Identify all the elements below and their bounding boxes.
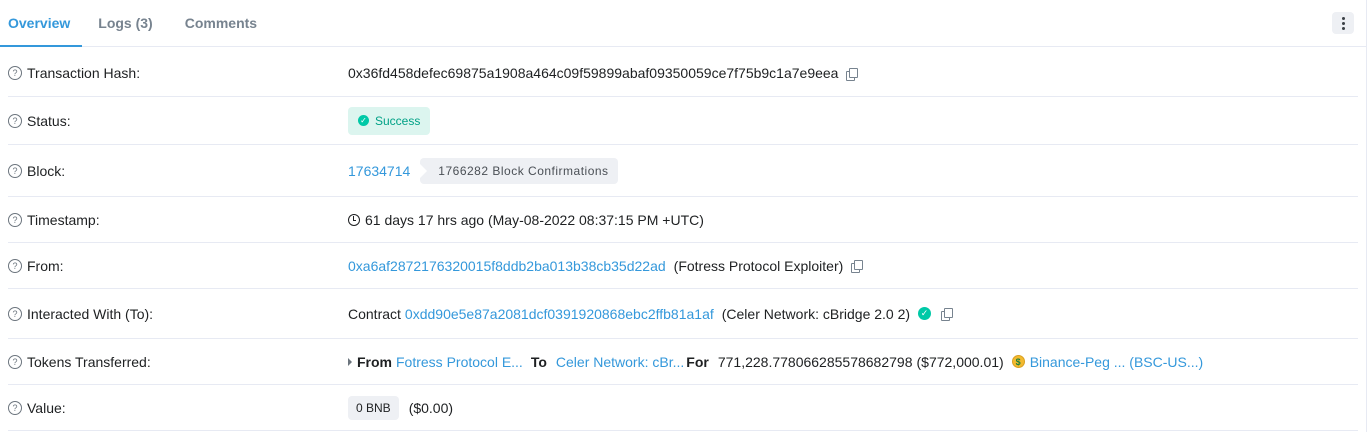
tx-hash-label: ? Transaction Hash:	[8, 65, 348, 81]
tokens-to-link[interactable]: Celer Network: cBr...	[556, 354, 684, 370]
question-icon[interactable]: ?	[8, 66, 22, 80]
value-row: ? Value: 0 BNB ($0.00)	[8, 385, 1358, 431]
question-icon[interactable]: ?	[8, 163, 22, 178]
token-coin-icon: $	[1011, 355, 1025, 368]
status-label-text: Status:	[27, 112, 71, 129]
tokens-from-label: From	[357, 353, 392, 370]
question-icon[interactable]: ?	[8, 212, 22, 227]
timestamp-text: 61 days 17 hrs ago (May-08-2022 08:37:15…	[365, 211, 704, 228]
transaction-card: Overview Logs (3) Comments ? Transaction…	[0, 0, 1367, 432]
caret-right-icon[interactable]	[348, 357, 352, 366]
tx-hash-value: 0x36fd458defec69875a1908a464c09f59899aba…	[348, 65, 859, 81]
tokens-for-label: For	[686, 353, 709, 370]
copy-icon[interactable]	[846, 67, 859, 81]
timestamp-row: ? Timestamp: 61 days 17 hrs ago (May-08-…	[8, 197, 1358, 243]
check-circle-icon: ✓	[358, 115, 369, 126]
status-row: ? Status: ✓ Success	[8, 97, 1358, 145]
value-label-text: Value:	[27, 399, 66, 416]
from-label: ? From:	[8, 258, 348, 274]
question-icon[interactable]: ?	[8, 306, 22, 321]
block-row: ? Block: 17634714 1766282 Block Confirma…	[8, 145, 1358, 197]
verified-icon: ✓	[918, 307, 932, 320]
tokens-from-link[interactable]: Fotress Protocol E...	[396, 354, 523, 370]
block-label-text: Block:	[27, 162, 66, 179]
timestamp-label: ? Timestamp:	[8, 212, 348, 228]
from-row: ? From: 0xa6af2872176320015f8ddb2ba013b3…	[8, 243, 1358, 289]
tokens-label: ? Tokens Transferred:	[8, 354, 348, 370]
question-icon[interactable]: ?	[8, 400, 22, 415]
clock-icon	[348, 213, 360, 226]
tokens-usd: ($772,000.01)	[916, 353, 1004, 370]
interacted-row: ? Interacted With (To): Contract 0xdd90e…	[8, 289, 1358, 339]
tokens-to-label: To	[530, 353, 547, 370]
value-label: ? Value:	[8, 400, 348, 416]
copy-icon[interactable]	[941, 308, 954, 321]
kebab-menu-icon[interactable]	[1332, 12, 1354, 34]
tab-bar: Overview Logs (3) Comments	[0, 0, 1366, 47]
tab-overview[interactable]: Overview	[0, 0, 83, 47]
block-number-link[interactable]: 17634714	[348, 163, 410, 179]
block-confirmations-badge: 1766282 Block Confirmations	[419, 157, 618, 184]
timestamp-label-text: Timestamp:	[27, 211, 100, 228]
value-amount-badge: 0 BNB	[348, 395, 399, 420]
tx-hash-label-text: Transaction Hash:	[27, 65, 141, 81]
question-icon[interactable]: ?	[8, 113, 22, 128]
contract-prefix: Contract	[348, 305, 401, 322]
status-badge: ✓ Success	[348, 106, 431, 135]
from-label-text: From:	[27, 257, 64, 274]
status-label: ? Status:	[8, 113, 348, 129]
tab-logs[interactable]: Logs (3)	[82, 0, 168, 46]
status-text: Success	[375, 113, 421, 128]
contract-name: (Celer Network: cBridge 2.0 2)	[721, 305, 911, 322]
from-address-name: (Fotress Protocol Exploiter)	[673, 257, 844, 274]
from-address-link[interactable]: 0xa6af2872176320015f8ddb2ba013b38cb35d22…	[348, 258, 666, 274]
tx-hash-row: ? Transaction Hash: 0x36fd458defec69875a…	[8, 50, 1358, 97]
copy-icon[interactable]	[851, 260, 864, 273]
token-name-link[interactable]: Binance-Peg ... (BSC-US...)	[1030, 354, 1204, 370]
tab-comments[interactable]: Comments	[169, 0, 273, 46]
tokens-row: ? Tokens Transferred: From Fotress Proto…	[8, 339, 1358, 385]
tokens-label-text: Tokens Transferred:	[27, 353, 151, 370]
tx-hash-text: 0x36fd458defec69875a1908a464c09f59899aba…	[348, 65, 839, 81]
contract-address-link[interactable]: 0xdd90e5e87a2081dcf0391920868ebc2ffb81a1…	[405, 306, 714, 322]
block-label: ? Block:	[8, 163, 348, 179]
interacted-label-text: Interacted With (To):	[27, 305, 154, 322]
tokens-amount: 771,228.778066285578682798	[717, 353, 913, 370]
interacted-label: ? Interacted With (To):	[8, 306, 348, 322]
question-icon[interactable]: ?	[8, 258, 22, 273]
value-usd: ($0.00)	[408, 399, 454, 416]
question-icon[interactable]: ?	[8, 354, 22, 369]
